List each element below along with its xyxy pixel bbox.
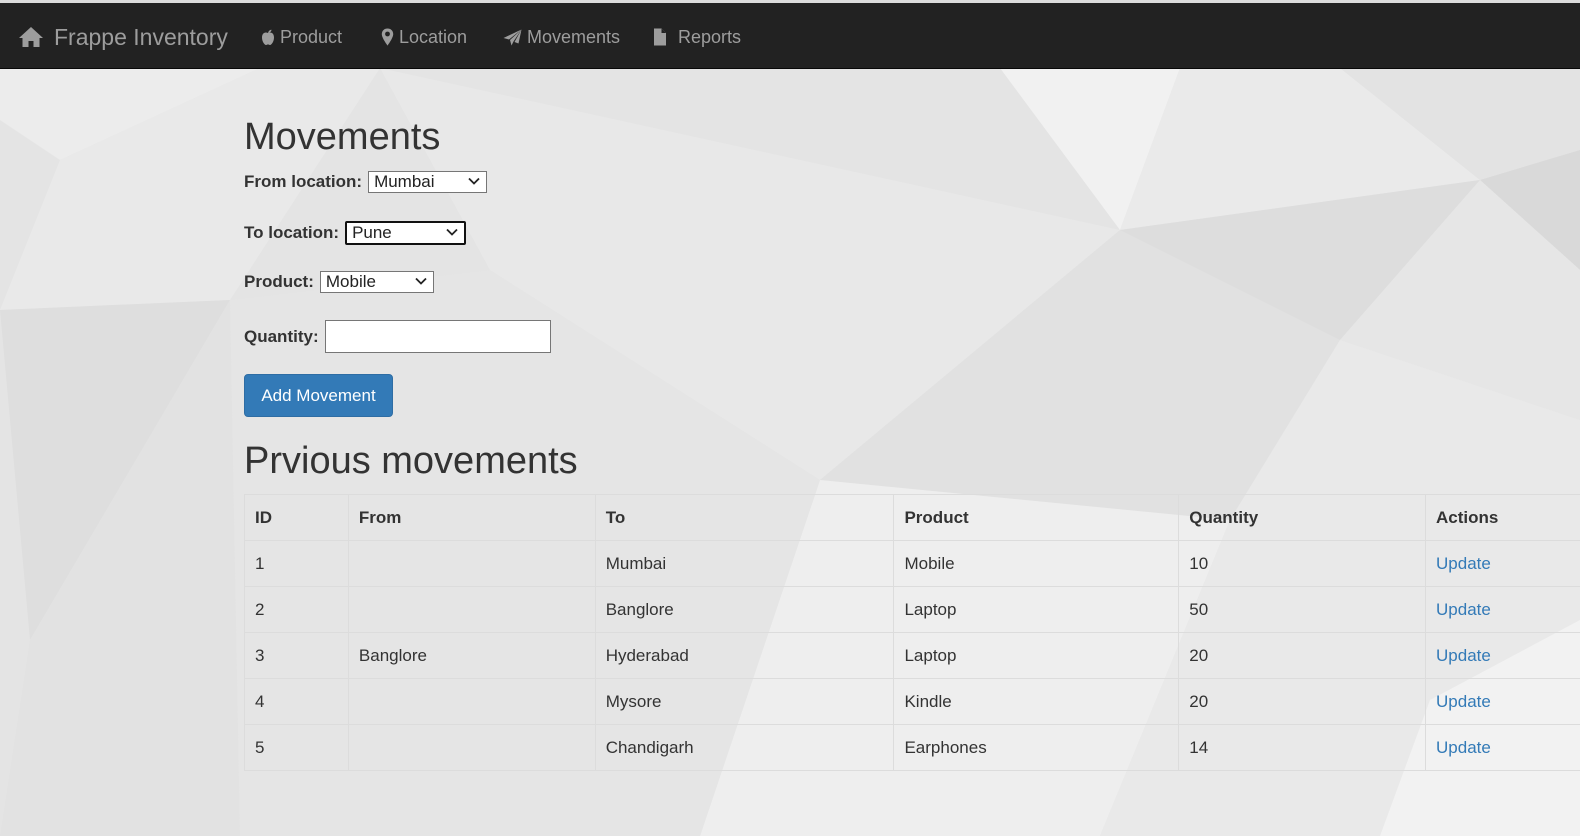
file-icon bbox=[654, 28, 666, 46]
nav-item-location-label: Location bbox=[399, 26, 468, 47]
update-link[interactable]: Update bbox=[1436, 600, 1491, 619]
cell-from bbox=[347, 586, 596, 633]
cell-actions: Update bbox=[1425, 678, 1580, 725]
column-header-quantity: Quantity bbox=[1178, 494, 1427, 541]
cell-product: Earphones bbox=[893, 724, 1180, 771]
cell-to: Banglore bbox=[594, 586, 895, 633]
nav-item-movements-label: Movements bbox=[527, 26, 621, 47]
from-location-select[interactable]: Mumbai bbox=[368, 171, 488, 193]
navbar: Frappe Inventory Product Location Moveme… bbox=[0, 3, 1580, 69]
to-location-value: Pune bbox=[352, 223, 392, 242]
cell-quantity: 20 bbox=[1178, 632, 1427, 679]
cell-actions: Update bbox=[1425, 586, 1580, 633]
product-select[interactable]: Mobile bbox=[319, 271, 434, 293]
cell-id: 4 bbox=[244, 678, 349, 725]
from-location-value: Mumbai bbox=[374, 172, 435, 191]
cell-quantity: 14 bbox=[1178, 724, 1427, 771]
update-link[interactable]: Update bbox=[1436, 692, 1491, 711]
cell-to: Mumbai bbox=[594, 540, 895, 587]
column-header-id: ID bbox=[244, 494, 349, 541]
column-header-product: Product bbox=[893, 494, 1180, 541]
cell-to: Chandigarh bbox=[594, 724, 895, 771]
table-row: 3 Banglore Hyderabad Laptop 20 Update bbox=[244, 632, 1580, 679]
brand-link[interactable]: Frappe Inventory bbox=[18, 21, 228, 53]
chevron-down-icon bbox=[415, 277, 427, 285]
product-label: Product: bbox=[244, 272, 314, 291]
cell-product: Laptop bbox=[893, 632, 1180, 679]
quantity-input[interactable] bbox=[324, 320, 551, 353]
send-icon bbox=[503, 29, 522, 45]
product-value: Mobile bbox=[325, 272, 376, 291]
history-title: Prvious movements bbox=[244, 440, 578, 482]
add-movement-button[interactable]: Add Movement bbox=[244, 374, 393, 417]
from-location-label: From location: bbox=[244, 172, 363, 191]
movements-table: ID From To Product Quantity Actions 1 Mu… bbox=[244, 494, 1580, 771]
home-icon bbox=[19, 27, 43, 47]
quantity-label: Quantity: bbox=[244, 326, 319, 346]
cell-to: Mysore bbox=[594, 678, 895, 725]
cell-quantity: 20 bbox=[1178, 678, 1427, 725]
nav-item-product-label: Product bbox=[280, 26, 343, 47]
column-header-from: From bbox=[347, 494, 596, 541]
page-title: Movements bbox=[244, 116, 441, 158]
quantity-row: Quantity: bbox=[244, 320, 551, 353]
table-row: 5 Chandigarh Earphones 14 Update bbox=[244, 724, 1580, 771]
cell-id: 2 bbox=[244, 586, 349, 633]
to-location-row: To location: Pune bbox=[244, 221, 467, 245]
nav-item-movements[interactable]: Movements bbox=[503, 25, 620, 49]
cell-product: Kindle bbox=[893, 678, 1180, 725]
cell-actions: Update bbox=[1425, 540, 1580, 587]
map-marker-icon bbox=[381, 28, 394, 46]
to-location-select[interactable]: Pune bbox=[345, 221, 467, 245]
cell-from bbox=[347, 724, 596, 771]
chevron-down-icon bbox=[468, 177, 480, 185]
cell-actions: Update bbox=[1425, 724, 1580, 771]
table-row: 1 Mumbai Mobile 10 Update bbox=[244, 540, 1580, 587]
nav-item-product[interactable]: Product bbox=[261, 25, 342, 49]
cell-id: 1 bbox=[244, 540, 349, 587]
cell-id: 5 bbox=[244, 724, 349, 771]
brand-label: Frappe Inventory bbox=[54, 23, 228, 50]
table-row: 2 Banglore Laptop 50 Update bbox=[244, 586, 1580, 633]
cell-to: Hyderabad bbox=[594, 632, 895, 679]
apple-icon bbox=[262, 29, 274, 45]
cell-quantity: 10 bbox=[1178, 540, 1427, 587]
cell-product: Laptop bbox=[893, 586, 1180, 633]
cell-from bbox=[347, 540, 596, 587]
nav-item-location[interactable]: Location bbox=[381, 25, 467, 49]
cell-from bbox=[347, 678, 596, 725]
chevron-down-icon bbox=[446, 228, 458, 236]
cell-product: Mobile bbox=[893, 540, 1180, 587]
cell-quantity: 50 bbox=[1178, 586, 1427, 633]
table-row: 4 Mysore Kindle 20 Update bbox=[244, 678, 1580, 725]
cell-actions: Update bbox=[1425, 632, 1580, 679]
cell-id: 3 bbox=[244, 632, 349, 679]
column-header-to: To bbox=[594, 494, 895, 541]
to-location-label: To location: bbox=[244, 223, 340, 242]
update-link[interactable]: Update bbox=[1436, 554, 1491, 573]
nav-item-reports[interactable]: Reports bbox=[653, 25, 741, 49]
update-link[interactable]: Update bbox=[1436, 646, 1491, 665]
table-header-row: ID From To Product Quantity Actions bbox=[244, 494, 1580, 541]
product-row: Product: Mobile bbox=[244, 271, 434, 293]
update-link[interactable]: Update bbox=[1436, 738, 1491, 757]
cell-from: Banglore bbox=[347, 632, 596, 679]
column-header-actions: Actions bbox=[1425, 494, 1580, 541]
nav-item-reports-label: Reports bbox=[678, 26, 742, 47]
from-location-row: From location: Mumbai bbox=[244, 171, 488, 193]
